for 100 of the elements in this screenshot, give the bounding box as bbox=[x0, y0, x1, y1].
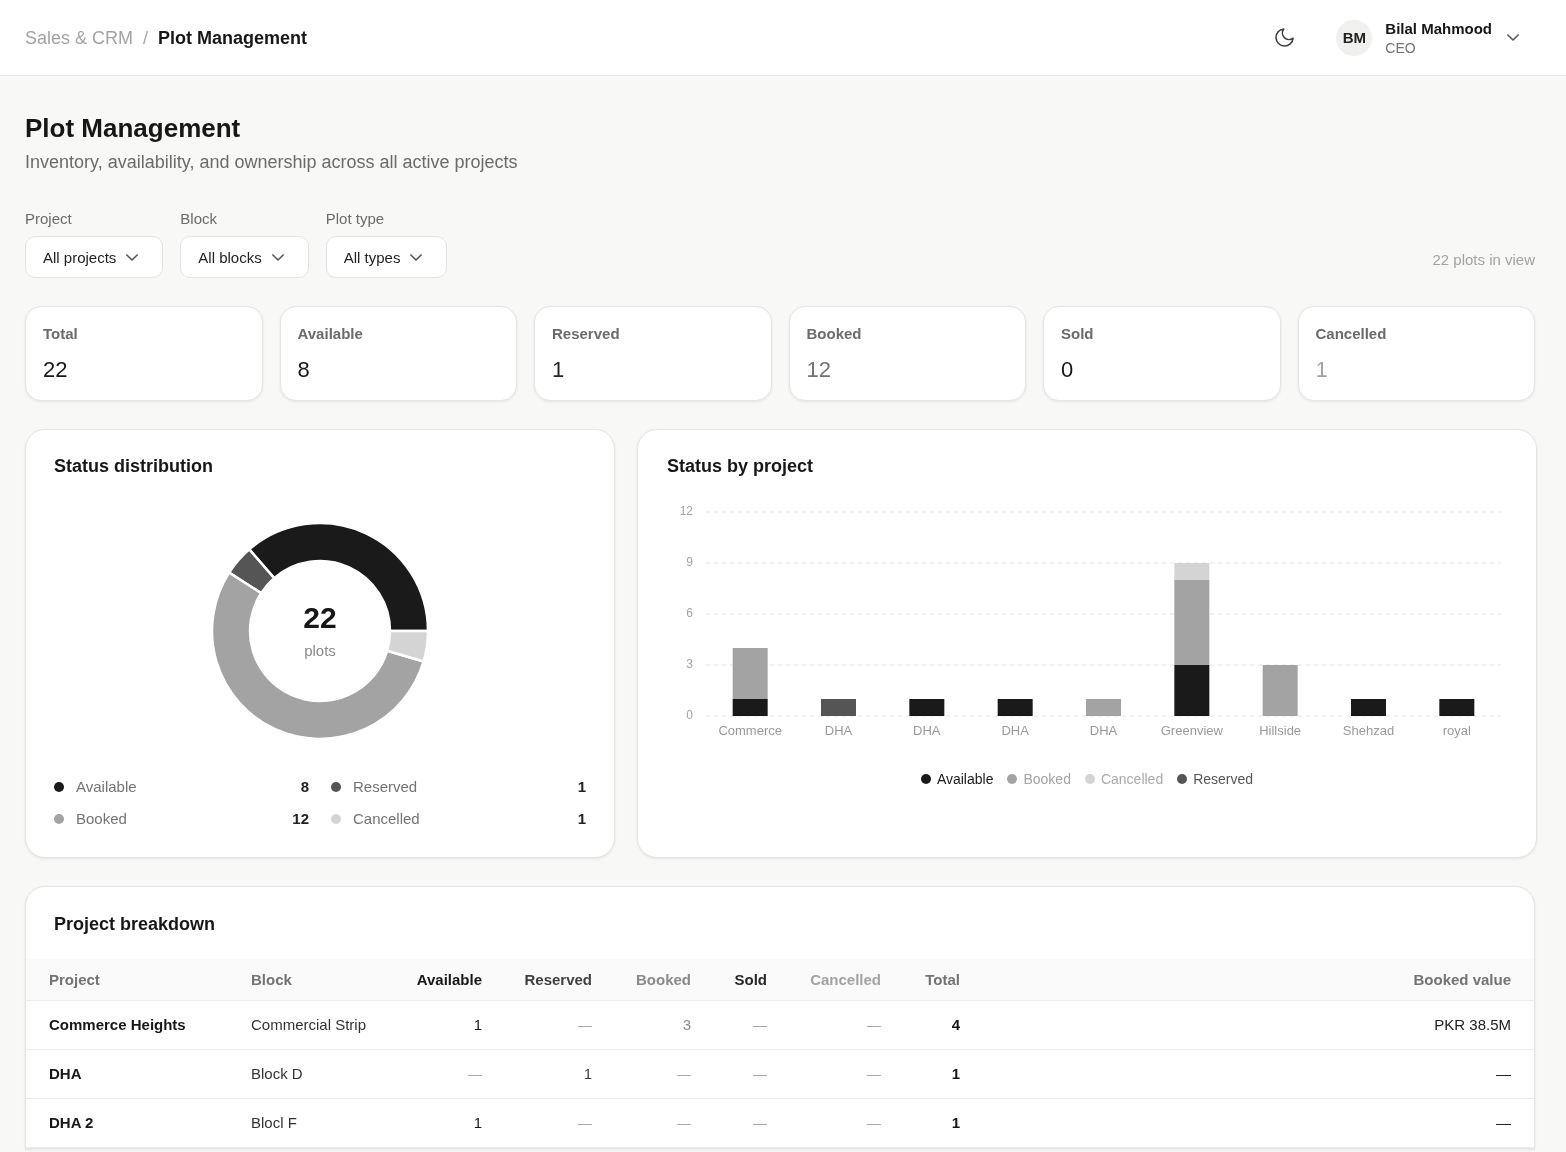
legend-label: Available bbox=[76, 777, 137, 797]
caret-icon bbox=[126, 253, 139, 261]
filter-label: Block bbox=[180, 209, 218, 229]
moon-icon[interactable] bbox=[1275, 28, 1295, 47]
stat-label: Cancelled bbox=[1315, 324, 1387, 344]
legend-label: Booked bbox=[76, 809, 127, 829]
donut-center-value: 22 bbox=[303, 601, 337, 635]
table-cell: 4 bbox=[951, 1015, 960, 1035]
table-cell-text: — bbox=[867, 1016, 881, 1035]
breadcrumb-separator: / bbox=[143, 26, 149, 50]
legend-label: Booked bbox=[1023, 770, 1071, 789]
column-header: Reserved bbox=[524, 969, 592, 990]
legend-value: 1 bbox=[577, 777, 586, 797]
axis-category-label: DHA bbox=[824, 723, 853, 739]
axis-tick-label: 3 bbox=[686, 657, 693, 672]
column-header: Cancelled bbox=[810, 969, 881, 990]
stat-label: Reserved bbox=[552, 324, 620, 344]
table-cell: 1 bbox=[473, 1015, 482, 1035]
table-cell-text: — bbox=[867, 1065, 881, 1084]
bar-segment bbox=[1351, 699, 1386, 716]
page-title: Plot Management bbox=[25, 112, 241, 144]
column-header: Project bbox=[49, 969, 100, 990]
column-header: Total bbox=[925, 969, 960, 990]
axis-category-label: royal bbox=[1442, 723, 1471, 739]
stat-value: 0 bbox=[1061, 356, 1074, 384]
axis-tick-label: 9 bbox=[686, 555, 693, 570]
table-cell-text: — bbox=[578, 1016, 592, 1035]
table-cell: Commerce Heights bbox=[49, 1015, 186, 1035]
table-cell: DHA bbox=[49, 1064, 82, 1084]
table-cell: 1 bbox=[951, 1113, 960, 1133]
column-header: Sold bbox=[734, 969, 767, 990]
chevron-down-icon[interactable] bbox=[1507, 34, 1519, 41]
filter-label: Plot type bbox=[325, 209, 385, 229]
table-cell-text: — bbox=[867, 1114, 881, 1133]
table-cell: Blocl F bbox=[251, 1113, 297, 1133]
axis-tick-label: 6 bbox=[686, 606, 693, 621]
stat-label: Booked bbox=[806, 324, 862, 344]
legend-label: Available bbox=[936, 770, 994, 789]
table-cell-text: — bbox=[677, 1065, 691, 1084]
axis-tick-label: 0 bbox=[686, 708, 693, 723]
legend-value: 12 bbox=[292, 809, 309, 829]
axis-category-label: Shehzad bbox=[1342, 723, 1395, 739]
axis-category-label: DHA bbox=[1089, 723, 1118, 739]
column-header: Available bbox=[416, 969, 482, 990]
breadcrumb-item: Plot Management bbox=[158, 26, 308, 50]
column-header: Booked value bbox=[1413, 969, 1511, 990]
table-cell: — bbox=[1496, 1113, 1511, 1133]
filter-label: Project bbox=[25, 209, 72, 229]
stat-value: 8 bbox=[297, 356, 310, 384]
bar-segment bbox=[1262, 665, 1298, 716]
table-cell: 1 bbox=[951, 1064, 960, 1084]
filter-dropdown[interactable]: All blocks bbox=[180, 236, 309, 278]
stat-value: 12 bbox=[806, 356, 831, 384]
table-cell: Commercial Strip bbox=[251, 1015, 367, 1035]
axis-category-label: DHA bbox=[913, 723, 941, 739]
legend-label: Cancelled bbox=[1100, 770, 1164, 789]
filter-dropdown[interactable]: All types bbox=[325, 236, 448, 278]
bar-segment bbox=[997, 699, 1033, 716]
panel-title: Status by project bbox=[667, 455, 814, 478]
table-cell: 1 bbox=[583, 1064, 592, 1084]
table-cell: — bbox=[1496, 1064, 1511, 1084]
panel-title: Project breakdown bbox=[54, 913, 216, 936]
stat-label: Sold bbox=[1061, 324, 1094, 344]
legend-value: 8 bbox=[300, 777, 309, 797]
table-cell-text: — bbox=[578, 1114, 592, 1133]
table-cell: Block D bbox=[251, 1064, 303, 1084]
caret-icon bbox=[410, 253, 423, 261]
panel-title: Status distribution bbox=[54, 455, 213, 478]
page-subtitle: Inventory, availability, and ownership across all active projects bbox=[25, 151, 518, 174]
stat-label: Total bbox=[43, 324, 78, 344]
table-cell: PKR 38.5M bbox=[1434, 1015, 1511, 1035]
axis-category-label: Greenview bbox=[1160, 723, 1223, 739]
table-cell-text: — bbox=[468, 1065, 482, 1084]
stat-value: 1 bbox=[552, 356, 565, 384]
table-cell-text: — bbox=[753, 1065, 767, 1084]
table-cell-text: — bbox=[753, 1016, 767, 1035]
table-cell-text: — bbox=[753, 1114, 767, 1133]
column-header: Block bbox=[251, 969, 292, 990]
stat-label: Available bbox=[297, 324, 363, 344]
table-cell: DHA 2 bbox=[49, 1113, 94, 1133]
bar-segment bbox=[1439, 699, 1475, 716]
filter-dropdown[interactable]: All projects bbox=[25, 236, 164, 278]
user-name: Bilal Mahmood bbox=[1385, 18, 1492, 39]
axis-category-label: Hillside bbox=[1259, 723, 1302, 739]
bar-segment bbox=[821, 699, 856, 716]
avatar: BM bbox=[1336, 19, 1373, 56]
column-header: Booked bbox=[636, 969, 691, 990]
axis-tick-label: 12 bbox=[679, 504, 693, 519]
legend-value: 1 bbox=[577, 809, 586, 829]
user-role: CEO bbox=[1385, 38, 1416, 57]
table-cell: 1 bbox=[473, 1113, 482, 1133]
stat-value: 1 bbox=[1315, 356, 1328, 384]
bar-segment bbox=[909, 699, 945, 716]
axis-category-label: DHA bbox=[1001, 723, 1029, 739]
axis-category-label: Commerce bbox=[718, 723, 782, 739]
table-cell: 3 bbox=[682, 1015, 691, 1035]
legend-label: Cancelled bbox=[353, 809, 420, 829]
table-cell-text: — bbox=[677, 1114, 691, 1133]
result-count: 22 plots in view bbox=[1432, 250, 1535, 270]
bar-segment bbox=[1086, 699, 1121, 716]
